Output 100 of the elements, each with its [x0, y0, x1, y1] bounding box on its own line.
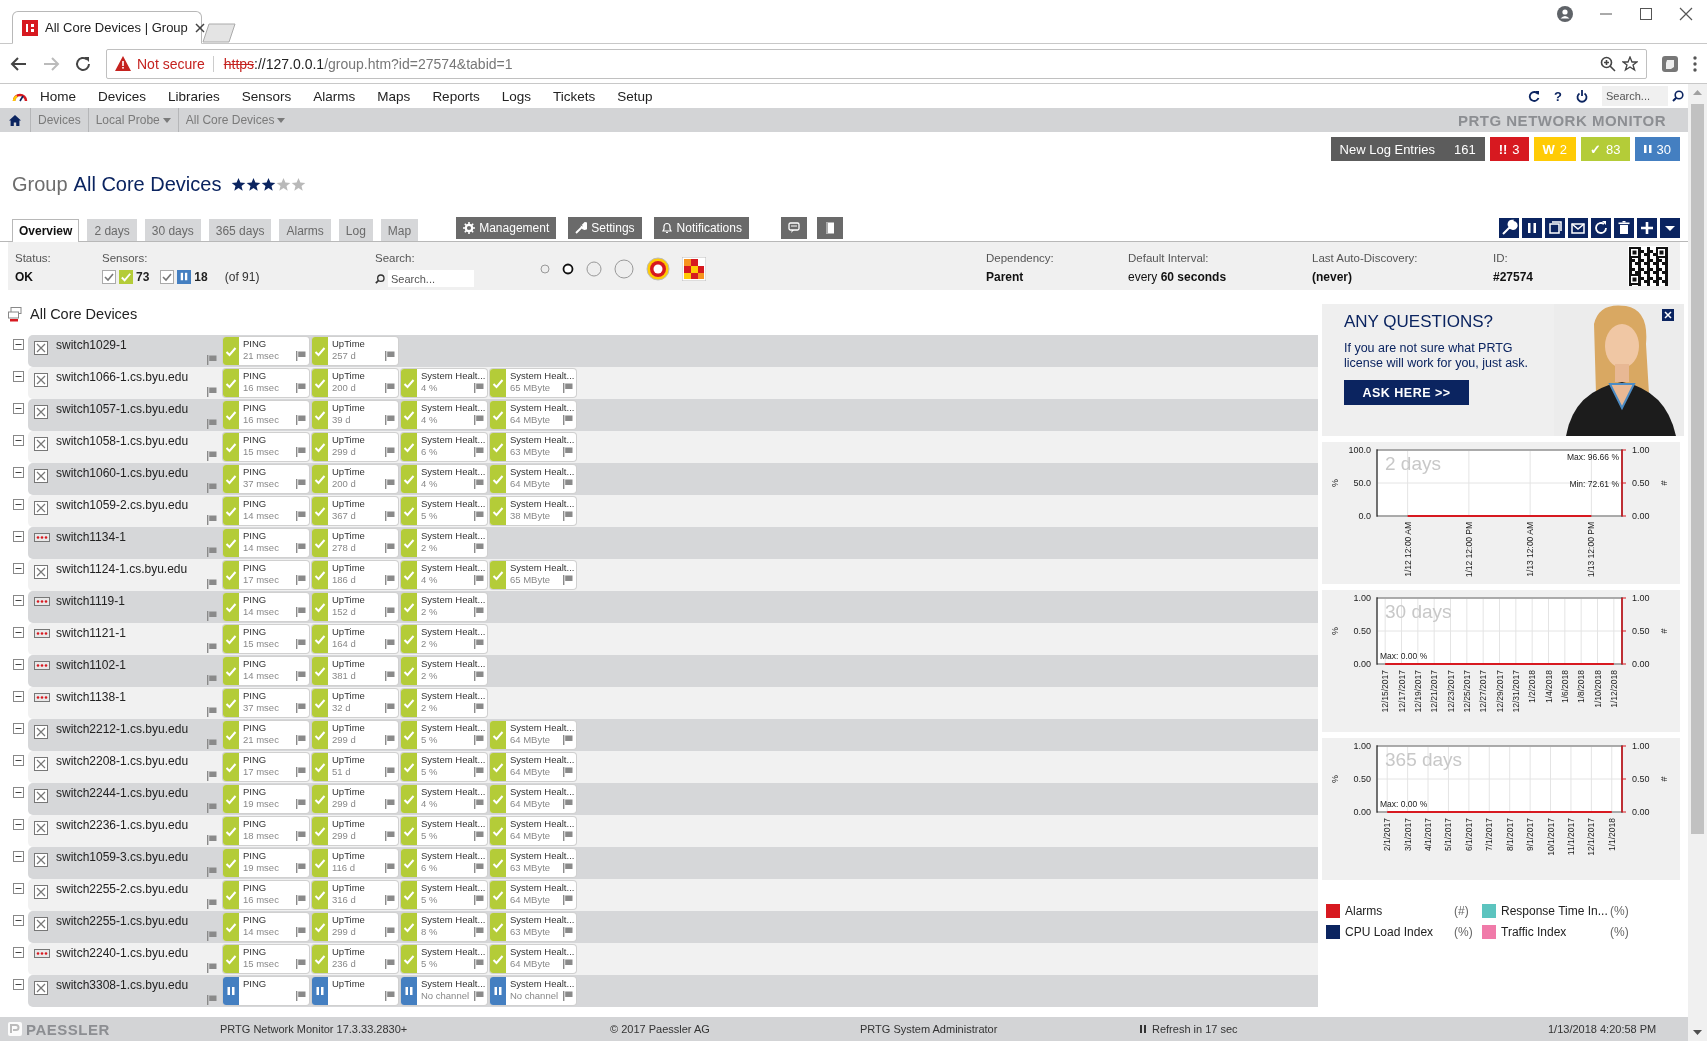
sensor-tile[interactable]: UpTime 257 d: [312, 337, 398, 365]
sensor-tile[interactable]: System Healt... 4 %: [401, 561, 487, 589]
flag-icon[interactable]: [207, 483, 217, 493]
flag-icon[interactable]: [207, 643, 217, 653]
flag-icon[interactable]: [296, 990, 306, 1001]
sensor-tile[interactable]: PING 16 msec: [223, 881, 309, 909]
device-name[interactable]: switch1102-1: [56, 658, 126, 672]
device-name[interactable]: switch2212-1.cs.byu.edu: [56, 722, 189, 736]
flag-icon[interactable]: [207, 707, 217, 717]
pause-icon[interactable]: [1140, 1025, 1146, 1033]
tab[interactable]: Alarms: [279, 219, 331, 241]
flag-icon[interactable]: [474, 574, 484, 585]
sensor-tile[interactable]: PING 15 msec: [223, 625, 309, 653]
sensor-tile[interactable]: System Healt... 2 %: [401, 657, 487, 685]
collapse-icon[interactable]: [13, 435, 24, 446]
flag-icon[interactable]: [474, 926, 484, 937]
sensor-tile[interactable]: System Healt... 65 MByte: [490, 561, 576, 589]
search-icon[interactable]: [1672, 90, 1684, 102]
sensor-tile[interactable]: System Healt... 8 %: [401, 913, 487, 941]
sensor-tile[interactable]: UpTime 299 d: [312, 721, 398, 749]
menu-item[interactable]: Setup: [617, 88, 653, 104]
sensor-tile[interactable]: System Healt... 65 MByte: [490, 369, 576, 397]
flag-icon[interactable]: [385, 542, 395, 553]
collapse-icon[interactable]: [13, 819, 24, 830]
flag-icon[interactable]: [563, 926, 573, 937]
browser-tab[interactable]: All Core Devices | Group: [12, 11, 202, 44]
collapse-icon[interactable]: [13, 339, 24, 350]
sensor-tile[interactable]: System Healt... 64 MByte: [490, 945, 576, 973]
menu-item[interactable]: Logs: [501, 88, 531, 104]
sensor-tile[interactable]: System Healt... 5 %: [401, 721, 487, 749]
flag-icon[interactable]: [474, 606, 484, 617]
flag-icon[interactable]: [474, 702, 484, 713]
sensor-tile[interactable]: PING 21 msec: [223, 337, 309, 365]
device-name[interactable]: switch2255-2.cs.byu.edu: [56, 882, 189, 896]
search-field[interactable]: Search...: [388, 270, 474, 287]
sensor-tile[interactable]: UpTime 299 d: [312, 817, 398, 845]
circle-icon[interactable]: [586, 261, 602, 277]
flag-icon[interactable]: [385, 446, 395, 457]
sensor-tile[interactable]: System Healt... 63 MByte: [490, 913, 576, 941]
flag-icon[interactable]: [296, 542, 306, 553]
device-name[interactable]: switch3308-1.cs.byu.edu: [56, 978, 189, 992]
sensor-tile[interactable]: System Healt... No channel: [490, 977, 576, 1005]
sensor-tile[interactable]: PING 14 msec: [223, 497, 309, 525]
sensor-tile[interactable]: UpTime 51 d: [312, 753, 398, 781]
sensor-tile[interactable]: System Healt... 5 %: [401, 945, 487, 973]
sensor-tile[interactable]: PING 16 msec: [223, 369, 309, 397]
collapse-icon[interactable]: [13, 563, 24, 574]
flag-icon[interactable]: [563, 830, 573, 841]
flag-icon[interactable]: [385, 798, 395, 809]
flag-icon[interactable]: [296, 414, 306, 425]
wrench-icon[interactable]: [1499, 218, 1519, 238]
menu-item[interactable]: Alarms: [313, 88, 356, 104]
flag-icon[interactable]: [474, 798, 484, 809]
device-name[interactable]: switch1057-1.cs.byu.edu: [56, 402, 189, 416]
device-name[interactable]: switch1134-1: [56, 530, 126, 544]
rescan-icon[interactable]: [1591, 218, 1611, 238]
flag-icon[interactable]: [385, 510, 395, 521]
star-rating[interactable]: [231, 177, 307, 192]
circle-icon[interactable]: [614, 259, 634, 279]
flag-icon[interactable]: [474, 894, 484, 905]
flag-icon[interactable]: [296, 894, 306, 905]
flag-icon[interactable]: [385, 766, 395, 777]
device-name[interactable]: switch1029-1: [56, 338, 127, 352]
device-name[interactable]: switch1066-1.cs.byu.edu: [56, 370, 189, 384]
flag-icon[interactable]: [207, 867, 217, 877]
flag-icon[interactable]: [207, 579, 217, 589]
sensor-tile[interactable]: System Healt... 4 %: [401, 401, 487, 429]
down-sensors-button[interactable]: !! 3: [1489, 137, 1529, 161]
device-name[interactable]: switch1058-1.cs.byu.edu: [56, 434, 189, 448]
sensor-tile[interactable]: UpTime 200 d: [312, 369, 398, 397]
sensor-tile[interactable]: PING 14 msec: [223, 913, 309, 941]
sensor-tile[interactable]: UpTime 39 d: [312, 401, 398, 429]
flag-icon[interactable]: [207, 547, 217, 557]
sensor-tile[interactable]: System Healt... 2 %: [401, 529, 487, 557]
flag-icon[interactable]: [207, 355, 217, 365]
sensor-tile[interactable]: UpTime 278 d: [312, 529, 398, 557]
sensor-tile[interactable]: System Healt... 64 MByte: [490, 785, 576, 813]
collapse-icon[interactable]: [13, 627, 24, 638]
sensor-tile[interactable]: System Healt... 63 MByte: [490, 849, 576, 877]
collapse-icon[interactable]: [13, 723, 24, 734]
sensor-tile[interactable]: System Healt... 38 MByte: [490, 497, 576, 525]
ask-here-button[interactable]: ASK HERE >>: [1344, 380, 1469, 405]
sensor-tile[interactable]: PING 15 msec: [223, 433, 309, 461]
flag-icon[interactable]: [207, 835, 217, 845]
collapse-icon[interactable]: [13, 659, 24, 670]
flag-icon[interactable]: [563, 766, 573, 777]
scroll-bar[interactable]: [1688, 84, 1707, 1041]
sensor-tile[interactable]: System Healt... 5 %: [401, 497, 487, 525]
flag-icon[interactable]: [563, 446, 573, 457]
flag-icon[interactable]: [385, 382, 395, 393]
collapse-icon[interactable]: [13, 467, 24, 478]
sensor-tile[interactable]: PING 19 msec: [223, 785, 309, 813]
flag-icon[interactable]: [296, 478, 306, 489]
sensor-tile[interactable]: System Healt... 64 MByte: [490, 721, 576, 749]
sensor-tile[interactable]: System Healt... 64 MByte: [490, 753, 576, 781]
close-icon[interactable]: [1679, 7, 1693, 21]
book-button[interactable]: [816, 217, 843, 239]
flag-icon[interactable]: [563, 734, 573, 745]
device-name[interactable]: switch1060-1.cs.byu.edu: [56, 466, 189, 480]
collapse-icon[interactable]: [13, 403, 24, 414]
